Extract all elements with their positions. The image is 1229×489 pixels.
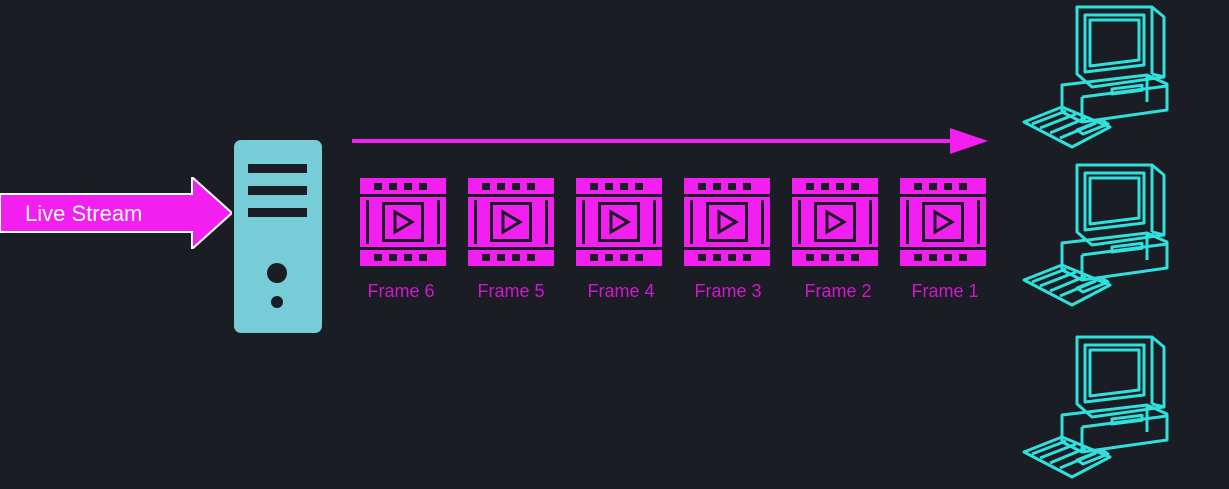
streaming-diagram: Live Stream Frame 6 Frame 5 Frame 4 Fram… (0, 0, 1229, 489)
film-frame-icon (900, 178, 986, 266)
flow-arrow-icon (352, 128, 988, 154)
frame-label: Frame 5 (477, 281, 545, 301)
frame-label: Frame 1 (911, 281, 979, 301)
frame-label: Frame 3 (694, 281, 762, 301)
film-frame-icon (360, 178, 446, 266)
desktop-computer-icon (1022, 335, 1169, 479)
film-frame-icon (792, 178, 878, 266)
frame-label: Frame 6 (367, 281, 435, 301)
film-frame-icon (684, 178, 770, 266)
frame-label: Frame 2 (804, 281, 872, 301)
desktop-computer-icon (1022, 163, 1169, 307)
frame-label: Frame 4 (587, 281, 655, 301)
live-stream-label: Live Stream (25, 201, 143, 226)
film-frame-icon (576, 178, 662, 266)
desktop-computer-icon (1022, 5, 1169, 149)
film-frame-icon (468, 178, 554, 266)
server-icon (234, 140, 322, 333)
